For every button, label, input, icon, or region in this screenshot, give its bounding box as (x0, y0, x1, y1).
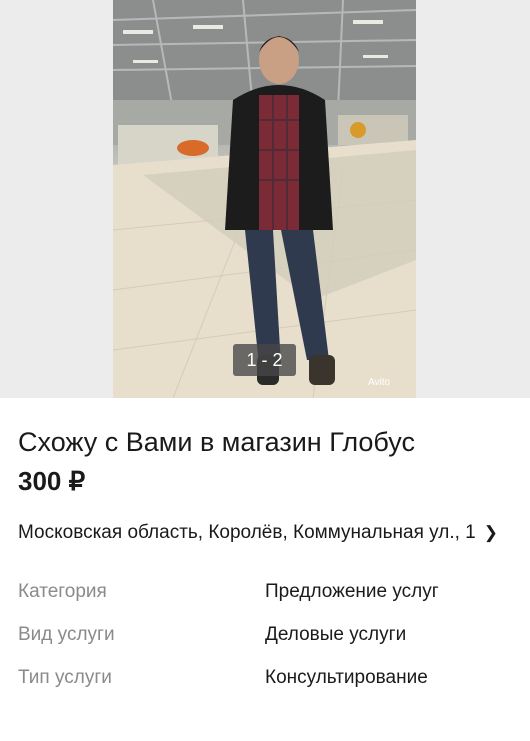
param-label: Категория (18, 580, 107, 602)
photo-illustration: Avito (113, 0, 416, 398)
listing-content: Схожу с Вами в магазин Глобус 300 ₽ Моск… (0, 425, 530, 699)
params-list: Категория Предложение услуг Вид услуги Д… (18, 570, 512, 699)
param-row: Вид услуги Деловые услуги (18, 613, 512, 656)
listing-price: 300 ₽ (18, 466, 86, 496)
param-label: Вид услуги (18, 623, 115, 645)
param-row: Тип услуги Консультирование (18, 656, 512, 699)
param-row: Категория Предложение услуг (18, 570, 512, 613)
photo-gallery[interactable]: Avito 1 - 2 (0, 0, 530, 398)
address-text: Московская область, Королёв, Коммунальна… (18, 522, 476, 543)
param-value: Консультирование (265, 666, 428, 688)
chevron-right-icon: ❯ (483, 523, 498, 542)
param-value: Деловые услуги (265, 623, 407, 645)
photo-counter: 1 - 2 (233, 344, 296, 376)
address-link[interactable]: Московская область, Королёв, Коммунальна… (18, 518, 498, 548)
listing-photo[interactable]: Avito (113, 0, 416, 398)
param-value: Предложение услуг (265, 580, 439, 602)
listing-title: Схожу с Вами в магазин Глобус (18, 427, 415, 457)
watermark-text: Avito (368, 377, 390, 388)
param-label: Тип услуги (18, 666, 112, 688)
